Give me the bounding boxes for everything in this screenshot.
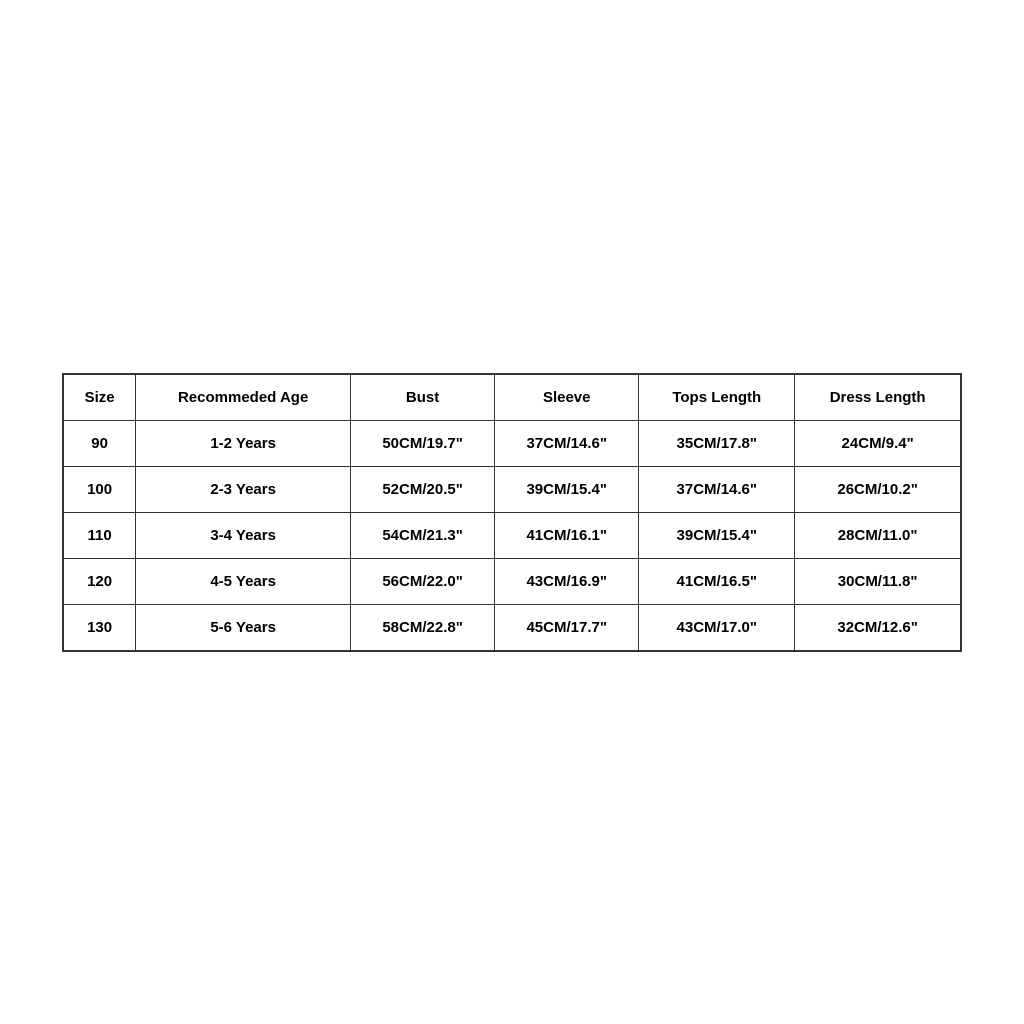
table-cell-4-3: 45CM/17.7" [495, 604, 639, 650]
column-header-4: Tops Length [639, 375, 795, 421]
table-cell-0-2: 50CM/19.7" [351, 420, 495, 466]
table-row: 1204-5 Years56CM/22.0"43CM/16.9"41CM/16.… [64, 558, 960, 604]
table-cell-1-1: 2-3 Years [136, 466, 351, 512]
column-header-2: Bust [351, 375, 495, 421]
table-cell-2-4: 39CM/15.4" [639, 512, 795, 558]
table-row: 901-2 Years50CM/19.7"37CM/14.6"35CM/17.8… [64, 420, 960, 466]
table-cell-4-4: 43CM/17.0" [639, 604, 795, 650]
table-cell-1-5: 26CM/10.2" [795, 466, 960, 512]
table-cell-1-2: 52CM/20.5" [351, 466, 495, 512]
table-row: 1103-4 Years54CM/21.3"41CM/16.1"39CM/15.… [64, 512, 960, 558]
table-cell-3-2: 56CM/22.0" [351, 558, 495, 604]
size-chart-container: SizeRecommeded AgeBustSleeveTops LengthD… [62, 373, 962, 652]
table-cell-0-1: 1-2 Years [136, 420, 351, 466]
table-cell-3-5: 30CM/11.8" [795, 558, 960, 604]
table-cell-4-5: 32CM/12.6" [795, 604, 960, 650]
table-cell-3-4: 41CM/16.5" [639, 558, 795, 604]
table-cell-3-3: 43CM/16.9" [495, 558, 639, 604]
table-cell-2-5: 28CM/11.0" [795, 512, 960, 558]
column-header-1: Recommeded Age [136, 375, 351, 421]
table-cell-2-0: 110 [64, 512, 136, 558]
table-cell-2-1: 3-4 Years [136, 512, 351, 558]
table-cell-0-5: 24CM/9.4" [795, 420, 960, 466]
column-header-3: Sleeve [495, 375, 639, 421]
table-header-row: SizeRecommeded AgeBustSleeveTops LengthD… [64, 375, 960, 421]
table-cell-2-3: 41CM/16.1" [495, 512, 639, 558]
table-cell-4-0: 130 [64, 604, 136, 650]
table-cell-3-0: 120 [64, 558, 136, 604]
table-cell-0-0: 90 [64, 420, 136, 466]
table-cell-1-4: 37CM/14.6" [639, 466, 795, 512]
size-chart-table: SizeRecommeded AgeBustSleeveTops LengthD… [64, 375, 960, 650]
table-row: 1002-3 Years52CM/20.5"39CM/15.4"37CM/14.… [64, 466, 960, 512]
table-cell-4-1: 5-6 Years [136, 604, 351, 650]
table-cell-0-4: 35CM/17.8" [639, 420, 795, 466]
column-header-0: Size [64, 375, 136, 421]
column-header-5: Dress Length [795, 375, 960, 421]
table-cell-4-2: 58CM/22.8" [351, 604, 495, 650]
table-cell-1-0: 100 [64, 466, 136, 512]
table-cell-0-3: 37CM/14.6" [495, 420, 639, 466]
table-cell-2-2: 54CM/21.3" [351, 512, 495, 558]
table-cell-1-3: 39CM/15.4" [495, 466, 639, 512]
table-row: 1305-6 Years58CM/22.8"45CM/17.7"43CM/17.… [64, 604, 960, 650]
table-cell-3-1: 4-5 Years [136, 558, 351, 604]
